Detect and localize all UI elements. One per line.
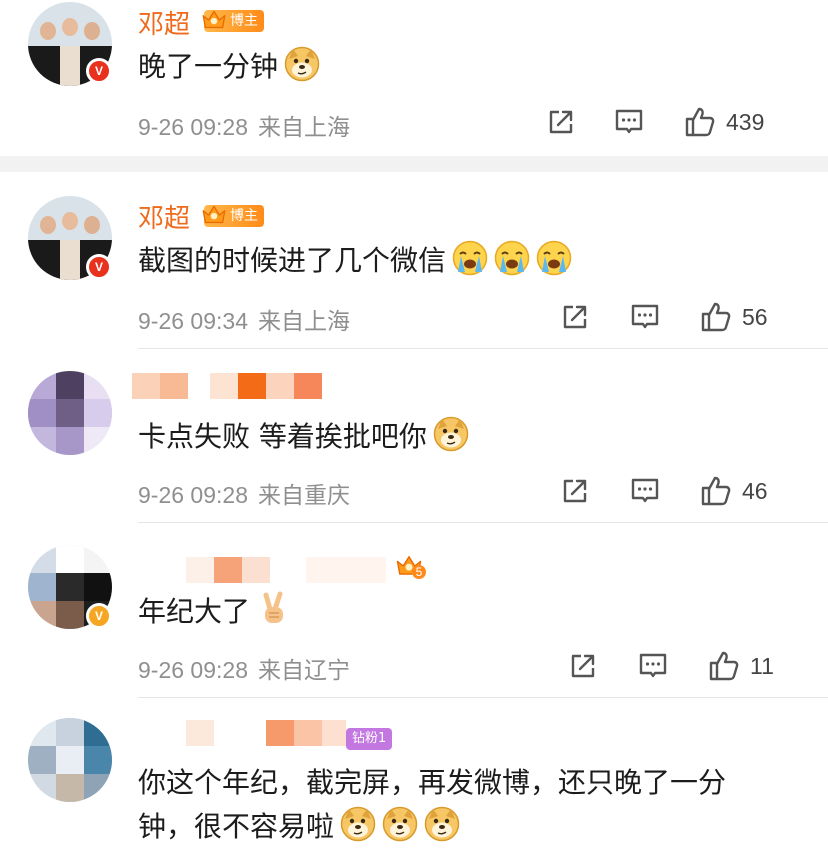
comment-text: 卡点失败 等着挨批吧你 <box>138 416 469 458</box>
comment-text-content: 截图的时候进了几个微信 <box>138 244 447 277</box>
verified-badge-icon: V <box>86 254 112 280</box>
doge-emoji <box>340 806 376 842</box>
comment-text-content: 晚了一分钟 <box>138 50 279 83</box>
comment-item: V 5 年纪大了 9-26 09:28 来自辽宁 11 <box>0 523 828 698</box>
doge-emoji <box>382 806 418 842</box>
timestamp: 9-26 09:28 <box>138 657 248 683</box>
location: 来自上海 <box>257 309 350 335</box>
like-button[interactable]: 11 <box>708 651 774 681</box>
avatar[interactable] <box>28 371 112 455</box>
doge-emoji <box>424 806 460 842</box>
thumbs-up-icon <box>700 301 732 333</box>
share-button[interactable] <box>560 476 590 506</box>
share-button[interactable] <box>568 651 598 681</box>
doge-emoji <box>284 46 320 82</box>
like-count: 439 <box>726 108 765 135</box>
location: 来自重庆 <box>257 483 350 509</box>
crown-icon <box>200 201 228 229</box>
share-icon <box>560 302 590 332</box>
thumbs-up-icon <box>700 475 732 507</box>
location: 来自辽宁 <box>257 658 350 684</box>
blogger-tag: 博主 <box>204 205 264 227</box>
like-button[interactable]: 439 <box>684 107 764 137</box>
comment-meta: 9-26 09:28 来自辽宁 <box>138 651 350 685</box>
comment-item: V 邓超 博主 截图的时候进了几个微信 9-26 09:34 来自上海 56 <box>0 172 828 348</box>
verified-badge-icon: V <box>86 58 112 84</box>
comment-meta: 9-26 09:28 来自上海 <box>138 108 350 142</box>
comment-text-content: 卡点失败 等着挨批吧你 <box>138 420 427 453</box>
timestamp: 9-26 09:28 <box>138 482 248 508</box>
timestamp: 9-26 09:34 <box>138 308 248 334</box>
comment-feed: V 邓超 博主 晚了一分钟 9-26 09:28 来自上海 439 V 邓超 博… <box>0 0 828 854</box>
comment-actions: 439 <box>546 107 800 137</box>
reply-button[interactable] <box>630 476 660 506</box>
comment-meta: 9-26 09:28 来自重庆 <box>138 476 350 510</box>
username-redacted[interactable] <box>186 557 386 583</box>
blogger-tag: 博主 <box>204 10 264 32</box>
crying-emoji <box>452 240 488 276</box>
comment-icon <box>630 476 660 506</box>
crying-emoji <box>494 240 530 276</box>
thumbs-up-icon <box>708 650 740 682</box>
crying-emoji <box>536 240 572 276</box>
comment-icon <box>638 651 668 681</box>
comment-text: 钟，很不容易啦 <box>138 806 460 848</box>
reply-button[interactable] <box>630 302 660 332</box>
like-count: 46 <box>742 477 768 504</box>
victory-hand-emoji <box>256 591 292 627</box>
share-icon <box>568 651 598 681</box>
comment-item: V 邓超 博主 晚了一分钟 9-26 09:28 来自上海 439 <box>0 0 828 155</box>
like-count: 56 <box>742 303 768 330</box>
avatar[interactable] <box>28 718 112 802</box>
comment-text-line: 钟，很不容易啦 <box>138 810 335 843</box>
comment-text-content: 年纪大了 <box>138 595 251 628</box>
share-button[interactable] <box>546 107 576 137</box>
comment-text: 截图的时候进了几个微信 <box>138 240 572 282</box>
like-button[interactable]: 56 <box>700 302 768 332</box>
comment-meta: 9-26 09:34 来自上海 <box>138 302 350 336</box>
comment-text: 你这个年纪，截完屏，再发微博，还只晚了一分 <box>138 762 726 804</box>
comment-item: 钻粉1 你这个年纪，截完屏，再发微博，还只晚了一分 钟，很不容易啦 <box>0 698 828 854</box>
comment-actions: 11 <box>568 651 800 681</box>
reply-button[interactable] <box>638 651 668 681</box>
thumbs-up-icon <box>684 106 716 138</box>
username[interactable]: 邓超 <box>138 198 190 235</box>
comment-text-line: 你这个年纪，截完屏，再发微博，还只晚了一分 <box>138 766 727 799</box>
share-button[interactable] <box>560 302 590 332</box>
share-icon <box>560 476 590 506</box>
comment-text: 年纪大了 <box>138 591 292 633</box>
section-separator <box>0 156 828 172</box>
reply-button[interactable] <box>614 107 644 137</box>
like-button[interactable]: 46 <box>700 476 768 506</box>
fan-level-badge: 钻粉1 <box>346 728 393 750</box>
user-level: 5 <box>412 565 426 579</box>
location: 来自上海 <box>257 115 350 141</box>
comment-actions: 56 <box>560 302 800 332</box>
doge-emoji <box>433 416 469 452</box>
comment-icon <box>614 107 644 137</box>
comment-icon <box>630 302 660 332</box>
comment-item: 卡点失败 等着挨批吧你 9-26 09:28 来自重庆 46 <box>0 349 828 524</box>
username-redacted[interactable] <box>186 720 346 746</box>
like-count: 11 <box>750 652 774 679</box>
comment-actions: 46 <box>560 476 800 506</box>
username-redacted[interactable] <box>132 373 322 399</box>
username[interactable]: 邓超 <box>138 4 190 41</box>
share-icon <box>546 107 576 137</box>
verified-badge-icon: V <box>86 603 112 629</box>
timestamp: 9-26 09:28 <box>138 114 248 140</box>
comment-text: 晚了一分钟 <box>138 46 320 88</box>
crown-icon <box>200 6 228 34</box>
